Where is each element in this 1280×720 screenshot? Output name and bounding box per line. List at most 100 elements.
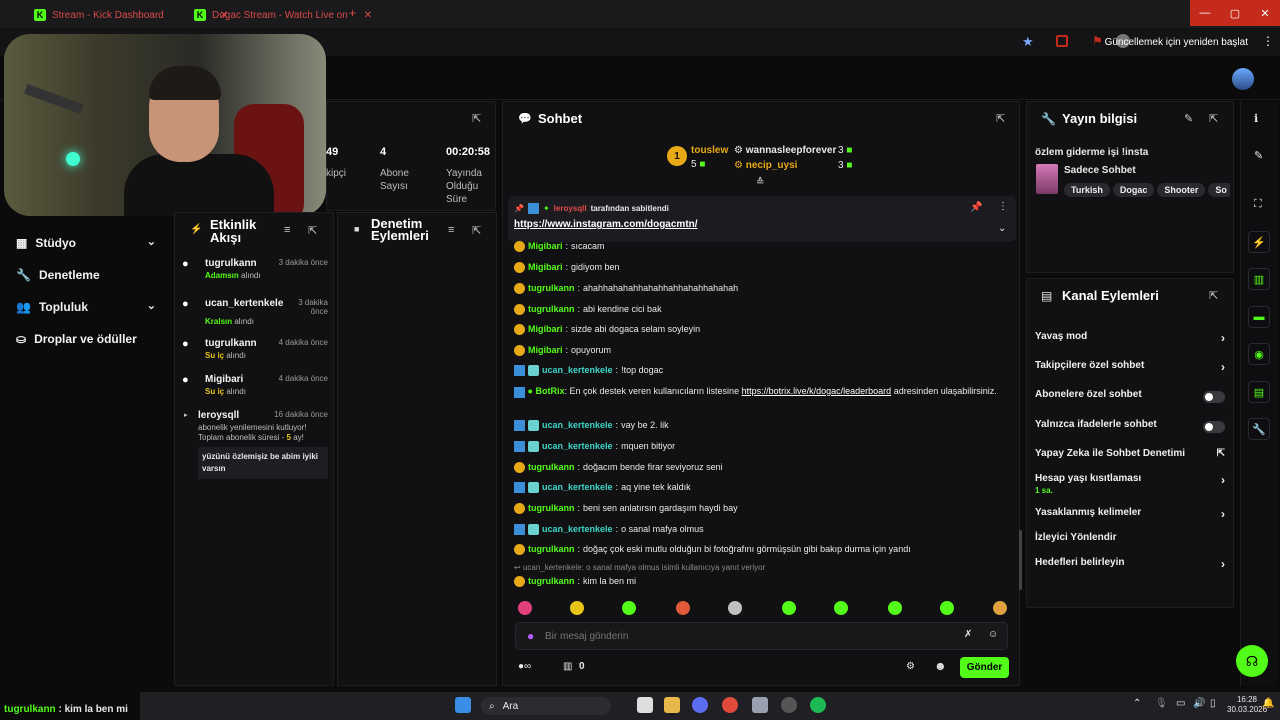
chat-username[interactable]: ucan_kertenkele — [542, 419, 613, 432]
chat-username[interactable]: Migibari — [528, 261, 563, 274]
rail-list-button[interactable]: ▤ — [1248, 381, 1270, 403]
users-icon[interactable]: ●∞ — [518, 661, 531, 672]
translate-icon[interactable]: ✗ — [964, 629, 972, 640]
filter-icon[interactable]: ≡ — [448, 224, 454, 236]
obs-icon[interactable] — [781, 697, 797, 713]
chat-username[interactable]: BotRix — [535, 386, 564, 396]
channel-action-row[interactable]: Yalnızca ifadelerle sohbet — [1035, 419, 1225, 435]
chat-username[interactable]: tugrulkann — [528, 461, 575, 474]
more-icon[interactable]: ⋮ — [998, 201, 1008, 212]
rail-chat-button[interactable]: ▬ — [1248, 306, 1270, 328]
channel-action-row[interactable]: Yapay Zeka ile Sohbet Denetimi ⇱ — [1035, 448, 1225, 464]
mic-icon[interactable]: 🎙 — [1155, 698, 1168, 709]
app-icon[interactable] — [752, 697, 768, 713]
rail-stats-button[interactable]: ▥ — [1248, 268, 1270, 290]
channel-action-row[interactable]: Hesap yaşı kısıtlaması › — [1035, 473, 1225, 489]
popout-icon[interactable]: ⇱ — [1209, 289, 1218, 302]
notification-icon[interactable]: 🔔 — [1262, 698, 1274, 709]
chat-username[interactable]: ucan_kertenkele — [542, 523, 613, 536]
popout-icon[interactable]: ⇱ — [1209, 112, 1218, 125]
chat-username[interactable]: tugrulkann — [528, 543, 575, 556]
pinned-link[interactable]: https://www.instagram.com/dogacmtn/ — [514, 219, 698, 230]
fullscreen-icon[interactable]: ⛶ — [1254, 198, 1262, 211]
network-icon[interactable]: ▭ — [1176, 698, 1185, 709]
chat-username[interactable]: tugrulkann — [528, 303, 575, 316]
browser-tab-watch[interactable]: K Dogac Stream - Watch Live on ✕ — [194, 4, 372, 26]
collapse-icon[interactable]: ≙ — [756, 177, 764, 188]
gear-icon[interactable]: ⚙ — [906, 661, 915, 672]
rail-bolt-button[interactable]: ⚡ — [1248, 231, 1270, 253]
sidebar-item-drops[interactable]: ⛀ Droplar ve ödüller — [16, 329, 156, 349]
chat-username[interactable]: Migibari — [528, 344, 563, 357]
rail-wrench-button[interactable]: 🔧 — [1248, 418, 1270, 440]
popout-icon[interactable]: ⇱ — [308, 224, 317, 237]
chat-input[interactable] — [545, 627, 925, 645]
botrix-link[interactable]: https://botrix.live/k/dogac/leaderboard — [742, 386, 892, 396]
sidebar-item-studio[interactable]: ▦ Stüdyo ⌄ — [16, 233, 156, 253]
toggle-switch[interactable] — [1203, 421, 1225, 433]
popout-icon[interactable]: ⇱ — [472, 224, 481, 237]
tag[interactable]: Shooter — [1157, 183, 1206, 197]
filter-icon[interactable]: ≡ — [284, 224, 290, 236]
send-button[interactable]: Gönder — [960, 657, 1009, 678]
file-explorer-icon[interactable] — [664, 697, 680, 713]
chat-username[interactable]: tugrulkann — [528, 502, 575, 515]
chat-username[interactable]: ucan_kertenkele — [542, 440, 613, 453]
emote-icon[interactable] — [676, 601, 690, 615]
task-view-icon[interactable] — [637, 697, 653, 713]
emoji-icon[interactable]: ☺ — [988, 629, 998, 640]
extension-icon[interactable] — [1056, 35, 1068, 47]
emote-icon[interactable] — [940, 601, 954, 615]
popout-icon[interactable]: ⇱ — [472, 112, 481, 125]
edit-icon[interactable]: ✎ — [1254, 149, 1263, 162]
emote-picker-icon[interactable]: ☻ — [934, 659, 947, 673]
taskbar-search[interactable]: ⌕ Ara — [481, 697, 611, 715]
sidebar-item-moderation[interactable]: 🔧 Denetleme — [16, 265, 156, 285]
chat-username[interactable]: ucan_kertenkele — [542, 481, 613, 494]
sidebar-item-community[interactable]: 👥 Topluluk ⌄ — [16, 297, 156, 317]
new-tab-icon[interactable]: + — [349, 6, 356, 20]
stream-category[interactable]: Sadece Sohbet — [1064, 165, 1136, 176]
info-icon[interactable]: ℹ — [1254, 112, 1258, 125]
toggle-switch[interactable] — [1203, 391, 1225, 403]
emote-icon[interactable] — [993, 601, 1007, 615]
chat-username[interactable]: Migibari — [528, 323, 563, 336]
emote-icon[interactable] — [622, 601, 636, 615]
channel-action-row[interactable]: İzleyici Yönlendir — [1035, 532, 1225, 548]
chat-username[interactable]: ucan_kertenkele — [542, 364, 613, 377]
discord-icon[interactable] — [692, 697, 708, 713]
popout-icon[interactable]: ⇱ — [996, 112, 1005, 125]
channel-action-row[interactable]: Abonelere özel sohbet — [1035, 389, 1225, 405]
chat-scrollbar[interactable] — [1019, 530, 1022, 590]
menu-icon[interactable]: ⋮ — [1262, 34, 1274, 48]
pin-icon[interactable]: 📌 — [970, 202, 982, 213]
emote-icon[interactable] — [834, 601, 848, 615]
close-icon[interactable]: ✕ — [364, 10, 372, 21]
chevron-up-icon[interactable]: ⌃ — [1133, 698, 1141, 709]
emote-icon[interactable] — [782, 601, 796, 615]
emote-icon[interactable] — [728, 601, 742, 615]
channel-action-row[interactable]: Hedefleri belirleyin › — [1035, 557, 1225, 573]
tag[interactable]: So — [1208, 183, 1230, 197]
volume-icon[interactable]: 🔊 — [1193, 698, 1205, 709]
minimize-button[interactable]: — — [1190, 0, 1220, 26]
support-button[interactable]: ☊ — [1236, 645, 1268, 677]
chat-username[interactable]: tugrulkann — [528, 282, 575, 295]
battery-icon[interactable]: ▯ — [1210, 698, 1216, 709]
channel-action-row[interactable]: Takipçilere özel sohbet › — [1035, 360, 1225, 376]
windows-start-icon[interactable] — [455, 697, 471, 713]
avatar[interactable] — [1232, 68, 1254, 90]
spotify-icon[interactable] — [810, 697, 826, 713]
maximize-button[interactable]: ▢ — [1220, 0, 1250, 26]
rail-broadcast-button[interactable]: ◉ — [1248, 343, 1270, 365]
update-restart-button[interactable]: Güncellemek için yeniden başlat — [1097, 32, 1256, 52]
close-window-button[interactable]: ✕ — [1250, 0, 1280, 26]
edit-icon[interactable]: ✎ — [1184, 112, 1193, 125]
channel-action-row[interactable]: Yasaklanmış kelimeler › — [1035, 507, 1225, 523]
emote-icon[interactable] — [570, 601, 584, 615]
tag[interactable]: Turkish — [1064, 183, 1110, 197]
star-icon[interactable]: ★ — [1022, 34, 1034, 50]
chrome-icon[interactable] — [722, 697, 738, 713]
tag[interactable]: Dogac — [1112, 183, 1155, 197]
chevron-down-icon[interactable]: ⌄ — [998, 223, 1006, 234]
